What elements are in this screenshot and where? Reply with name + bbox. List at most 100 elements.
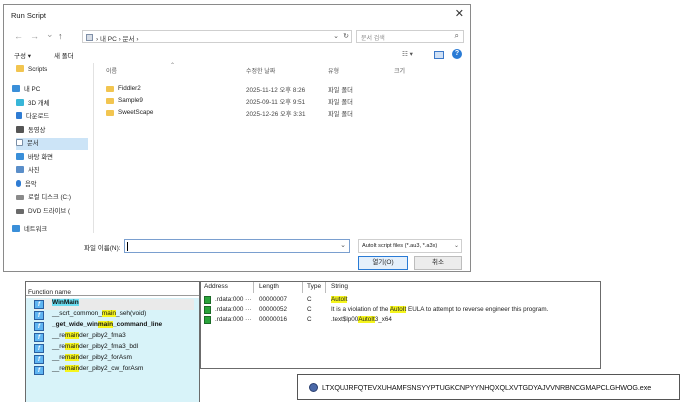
nav-item-documents[interactable]: 문서 [16, 138, 88, 150]
string-row[interactable]: .rdata:000 ··· 00000007 C AutoIt [201, 295, 601, 305]
disk-icon [16, 195, 24, 200]
pc-icon [12, 85, 20, 92]
dialog-title: Run Script [11, 11, 47, 20]
string-type: C [307, 296, 312, 303]
length-column[interactable]: Length [259, 283, 279, 290]
function-row[interactable]: f WinMain [34, 299, 194, 310]
column-date-modified[interactable]: 수정한 날짜 [246, 66, 275, 75]
filename-label: 파일 이름(N): [84, 245, 121, 252]
chevron-down-icon[interactable]: ⌄ [340, 241, 346, 249]
string-address: .rdata:000 ··· [215, 306, 252, 313]
address-column[interactable]: Address [204, 283, 228, 290]
function-name: _get_wide_winmain_command_line [52, 321, 163, 328]
function-icon: f [34, 300, 44, 309]
nav-item-network[interactable]: 네트워크 [12, 224, 47, 233]
new-folder-button[interactable]: 새 폴더 [54, 50, 74, 60]
folder-icon [106, 98, 114, 104]
file-type: 파일 폴더 [328, 111, 353, 118]
function-icon: f [34, 322, 44, 331]
cancel-button[interactable]: 취소 [414, 256, 462, 270]
function-name: __remainder_piby2_fma3_bdl [52, 343, 139, 350]
string-icon [204, 306, 211, 314]
nav-item-downloads[interactable]: 다운로드 [16, 111, 49, 123]
string-type: C [307, 316, 312, 323]
video-icon [16, 126, 24, 133]
column-separator [253, 282, 254, 293]
view-menu-icon[interactable]: ☷ ▾ [402, 50, 413, 58]
preview-pane-icon[interactable] [434, 51, 444, 59]
function-row[interactable]: f __remainder_piby2_forAsm [34, 354, 132, 365]
forward-arrow-icon[interactable]: → [30, 31, 39, 41]
run-script-dialog: Run Script ✕ ← → ⌄ ↑ › 내 PC › 문서 › ⌄ ↻ 문… [3, 4, 471, 272]
nav-item-videos[interactable]: 동영상 [16, 125, 45, 137]
folder-icon [16, 65, 24, 72]
file-date: 2025-12-26 오후 3:31 [246, 111, 306, 118]
column-name[interactable]: 이름 [106, 66, 117, 75]
download-icon [16, 112, 22, 119]
column-size[interactable]: 크기 [394, 66, 405, 75]
string-address: .rdata:000 ··· [215, 316, 252, 323]
file-name: Fiddler2 [118, 85, 141, 92]
organize-button[interactable]: 구성 ▾ [14, 50, 31, 60]
file-date: 2025-11-12 오후 8:26 [246, 87, 306, 94]
chevron-down-icon[interactable]: ⌄ [454, 242, 459, 249]
up-arrow-icon[interactable]: ↑ [58, 31, 63, 41]
autoit-icon [309, 383, 318, 392]
function-icon: f [34, 344, 44, 353]
file-row[interactable]: Sample9 2025-09-11 오후 9:51 파일 폴더 [100, 96, 460, 107]
function-row[interactable]: f __remainder_piby2_cw_forAsm [34, 365, 143, 376]
function-row[interactable]: f __remainder_piby2_fma3_bdl [34, 343, 138, 354]
function-row[interactable]: f __remainder_piby2_fma3 [34, 332, 126, 343]
search-placeholder: 문서 검색 [361, 36, 385, 42]
file-row[interactable]: Fiddler2 2025-11-12 오후 8:26 파일 폴더 [100, 84, 460, 95]
function-name: __remainder_piby2_cw_forAsm [52, 365, 144, 372]
function-icon: f [34, 333, 44, 342]
navigation-bar: ← → ⌄ ↑ › 내 PC › 문서 › ⌄ ↻ 문서 검색 ⌕ [4, 27, 470, 47]
nav-item-scripts[interactable]: Scripts [16, 65, 47, 77]
nav-item-3d-objects[interactable]: 3D 개체 [16, 98, 49, 110]
help-icon[interactable]: ? [452, 49, 462, 59]
document-icon [16, 139, 23, 146]
nav-item-music[interactable]: 음악 [16, 179, 37, 191]
column-separator [325, 282, 326, 293]
nav-item-local-disk[interactable]: 로컬 디스크 (C:) [16, 192, 71, 204]
pictures-icon [16, 166, 24, 173]
nav-item-desktop[interactable]: 바탕 화면 [16, 152, 53, 164]
column-type[interactable]: 유형 [328, 66, 339, 75]
function-row[interactable]: f __scrt_common_main_seh(void) [34, 310, 146, 321]
close-icon[interactable]: ✕ [455, 7, 464, 20]
filter-value: AutoIt script files (*.au3, *.a3x) [362, 243, 438, 249]
breadcrumb[interactable]: › 내 PC › 문서 › [96, 33, 139, 43]
file-type-filter[interactable]: AutoIt script files (*.au3, *.a3x) ⌄ [358, 239, 462, 253]
file-type: 파일 폴더 [328, 99, 353, 106]
desktop-icon [16, 153, 24, 160]
string-icon [204, 296, 211, 304]
nav-item-dvd-drive[interactable]: DVD 드라이브 ( [16, 206, 70, 218]
function-name: __remainder_piby2_forAsm [52, 354, 132, 361]
music-icon [16, 180, 21, 187]
function-row[interactable]: f _get_wide_winmain_command_line [34, 321, 162, 332]
back-arrow-icon[interactable]: ← [14, 31, 23, 41]
recent-locations-icon[interactable]: ⌄ [46, 29, 54, 40]
string-row[interactable]: .rdata:000 ··· 00000052 C It is a violat… [201, 305, 601, 315]
string-length: 00000016 [259, 316, 288, 323]
function-name-column[interactable]: Function name [28, 289, 71, 296]
search-icon[interactable]: ⌕ [455, 31, 459, 41]
string-value: AutoIt [331, 296, 348, 303]
file-date: 2025-09-11 오후 9:51 [246, 99, 306, 106]
string-row[interactable]: .rdata:000 ··· 00000016 C .text$lp00Auto… [201, 315, 601, 325]
filename-input[interactable]: ⌄ [124, 239, 350, 253]
nav-item-this-pc[interactable]: 내 PC [12, 84, 40, 96]
nav-item-pictures[interactable]: 사진 [16, 165, 40, 177]
address-bar[interactable]: › 내 PC › 문서 › ⌄ ↻ [82, 30, 352, 43]
string-length: 00000052 [259, 306, 288, 313]
string-column[interactable]: String [331, 283, 348, 290]
open-button[interactable]: 열기(O) [358, 256, 408, 270]
file-name: Sample9 [118, 97, 143, 104]
search-box[interactable]: 문서 검색 ⌕ [356, 30, 464, 43]
file-row[interactable]: SweetScape 2025-12-26 오후 3:31 파일 폴더 [100, 108, 460, 119]
refresh-icon[interactable]: ↻ [343, 32, 349, 40]
chevron-down-icon[interactable]: ⌄ [333, 32, 339, 40]
sort-ascending-icon: ⌃ [170, 63, 176, 69]
type-column[interactable]: Type [307, 283, 321, 290]
